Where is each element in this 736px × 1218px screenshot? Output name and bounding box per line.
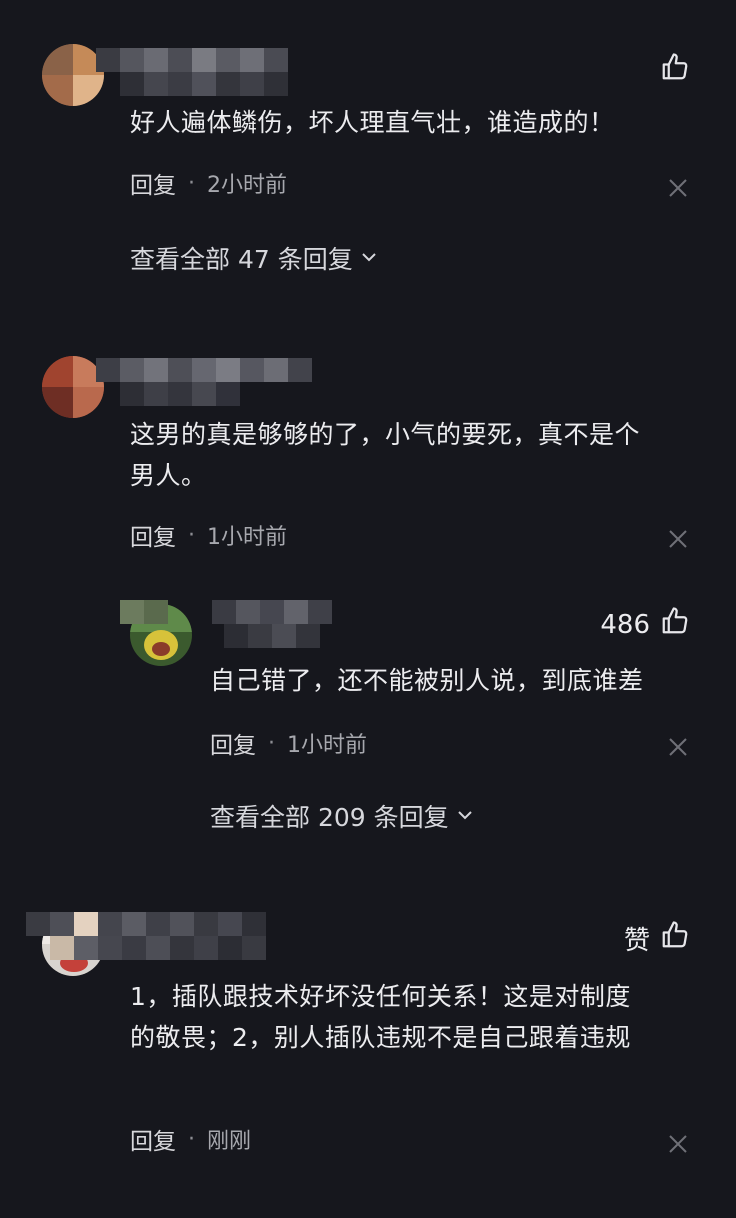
comment-text: 好人遍体鳞伤，坏人理直气壮，谁造成的！ xyxy=(130,102,615,143)
comment-line: 好人遍体鳞伤，坏人理直气壮，谁造成的！ xyxy=(130,108,615,137)
like-button[interactable]: 486 xyxy=(600,606,690,643)
chevron-down-icon xyxy=(359,244,379,273)
comment-meta: 回复 · 2小时前 xyxy=(130,166,287,200)
close-icon[interactable] xyxy=(667,736,689,758)
view-all-label: 查看全部 209 条回复 xyxy=(210,803,449,832)
timestamp: 2小时前 xyxy=(207,173,287,198)
view-all-replies-button[interactable]: 查看全部 209 条回复 xyxy=(210,798,475,834)
comment-line: 1，插队跟技术好坏没任何关系！这是对制度 xyxy=(130,982,631,1011)
chevron-down-icon xyxy=(455,802,475,831)
avatar[interactable] xyxy=(42,44,104,106)
username-blurred-row3 xyxy=(224,624,320,648)
thumbs-up-icon xyxy=(660,920,690,957)
like-count: 486 xyxy=(600,609,650,640)
close-icon[interactable] xyxy=(667,177,689,199)
separator: · xyxy=(188,522,195,548)
timestamp: 1小时前 xyxy=(287,733,367,758)
avatar[interactable] xyxy=(42,356,104,418)
close-icon[interactable] xyxy=(667,1133,689,1155)
comment-text: 1，插队跟技术好坏没任何关系！这是对制度 的敬畏；2，别人插队违规不是自己跟着违… xyxy=(130,976,631,1058)
timestamp: 刚刚 xyxy=(207,1129,252,1154)
separator: · xyxy=(268,730,275,756)
comment-text: 自己错了，还不能被别人说，到底谁差 xyxy=(210,660,644,701)
timestamp: 1小时前 xyxy=(207,525,287,550)
username-blurred-row2 xyxy=(212,600,332,624)
comment-meta: 回复 · 刚刚 xyxy=(130,1122,252,1156)
view-all-replies-button[interactable]: 查看全部 47 条回复 xyxy=(130,240,379,276)
username-blurred-row2 xyxy=(120,72,288,96)
separator: · xyxy=(188,1126,195,1152)
username-blurred-row2 xyxy=(50,936,266,960)
reply-button[interactable]: 回复 xyxy=(130,1122,176,1156)
username-blurred[interactable] xyxy=(26,912,266,936)
username-blurred[interactable] xyxy=(96,48,288,72)
comment-line: 自己错了，还不能被别人说，到底谁差 xyxy=(210,666,644,695)
username-blurred[interactable] xyxy=(96,358,312,382)
comment-meta: 回复 · 1小时前 xyxy=(130,518,287,552)
view-all-label: 查看全部 47 条回复 xyxy=(130,245,353,274)
like-label: 赞 xyxy=(623,926,650,956)
reply-button[interactable]: 回复 xyxy=(210,726,256,760)
username-blurred-row2 xyxy=(120,382,240,406)
separator: · xyxy=(188,170,195,196)
username-blurred[interactable] xyxy=(120,600,168,624)
comment-line: 这男的真是够够的了，小气的要死，真不是个 xyxy=(130,420,641,449)
like-button[interactable]: 赞 xyxy=(624,920,690,957)
comment-text: 这男的真是够够的了，小气的要死，真不是个 男人。 xyxy=(130,414,640,496)
thumbs-up-icon xyxy=(660,606,690,643)
close-icon[interactable] xyxy=(667,528,689,550)
thumbs-up-icon xyxy=(660,52,690,89)
like-button[interactable] xyxy=(650,52,690,89)
comment-line: 的敬畏；2，别人插队违规不是自己跟着违规 xyxy=(130,1023,631,1052)
comment-line: 男人。 xyxy=(130,461,207,490)
reply-button[interactable]: 回复 xyxy=(130,518,176,552)
comment-meta: 回复 · 1小时前 xyxy=(210,726,367,760)
reply-button[interactable]: 回复 xyxy=(130,166,176,200)
